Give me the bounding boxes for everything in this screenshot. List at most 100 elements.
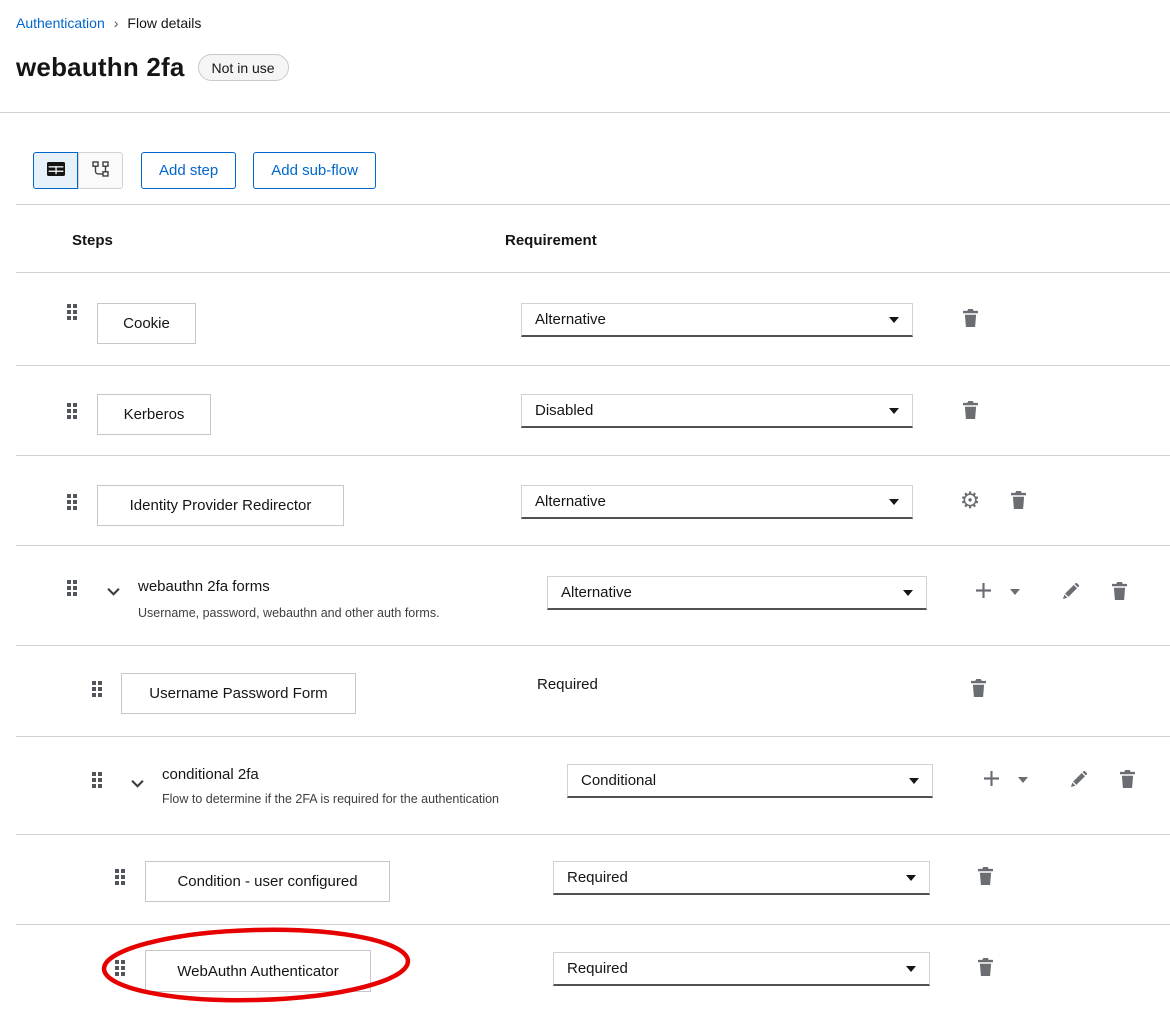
page-title: webauthn 2fa bbox=[16, 52, 185, 83]
diagram-view-icon bbox=[92, 161, 109, 180]
trash-icon bbox=[963, 401, 978, 422]
delete-button[interactable] bbox=[954, 303, 986, 335]
breadcrumb: Authentication › Flow details bbox=[16, 15, 201, 31]
requirement-select[interactable]: Disabled bbox=[521, 394, 913, 428]
delete-button[interactable] bbox=[962, 673, 994, 705]
step-button[interactable]: Cookie bbox=[97, 303, 196, 344]
expand-toggle[interactable] bbox=[131, 775, 145, 785]
caret-down-icon bbox=[1010, 589, 1020, 595]
step-label: Condition - user configured bbox=[177, 873, 357, 890]
step-label: Identity Provider Redirector bbox=[130, 497, 312, 514]
requirement-value: Conditional bbox=[581, 772, 656, 789]
trash-icon bbox=[978, 867, 993, 888]
plus-icon bbox=[976, 583, 991, 601]
trash-icon bbox=[978, 958, 993, 979]
drag-handle-icon[interactable] bbox=[67, 304, 77, 320]
delete-button[interactable] bbox=[1103, 576, 1135, 608]
settings-button[interactable]: ⚙ bbox=[954, 485, 986, 517]
delete-button[interactable] bbox=[954, 395, 986, 427]
table-row: Cookie Alternative bbox=[0, 272, 1170, 366]
trash-icon bbox=[1120, 770, 1135, 791]
table-row: Condition - user configured Required bbox=[0, 835, 1170, 925]
chevron-down-icon bbox=[889, 499, 899, 505]
expand-toggle[interactable] bbox=[107, 583, 121, 593]
delete-button[interactable] bbox=[1111, 764, 1143, 796]
step-label: WebAuthn Authenticator bbox=[177, 963, 339, 980]
drag-handle-icon[interactable] bbox=[92, 772, 102, 788]
step-label: Cookie bbox=[123, 315, 170, 332]
table-view-toggle[interactable] bbox=[33, 152, 78, 189]
table-view-icon bbox=[47, 162, 65, 179]
step-button[interactable]: Username Password Form bbox=[121, 673, 356, 714]
caret-down-icon bbox=[1018, 777, 1028, 783]
requirement-value: Required bbox=[567, 960, 628, 977]
chevron-down-icon bbox=[889, 317, 899, 323]
header-divider bbox=[0, 112, 1170, 113]
step-button[interactable]: WebAuthn Authenticator bbox=[145, 950, 371, 992]
chevron-down-icon bbox=[906, 966, 916, 972]
breadcrumb-current: Flow details bbox=[127, 15, 201, 31]
chevron-down-icon bbox=[903, 590, 913, 596]
table-row: Identity Provider Redirector Alternative… bbox=[0, 456, 1170, 546]
add-options-dropdown[interactable] bbox=[999, 576, 1031, 608]
edit-button[interactable] bbox=[1063, 764, 1095, 796]
flow-details-page: Authentication › Flow details webauthn 2… bbox=[0, 0, 1170, 1013]
drag-handle-icon[interactable] bbox=[67, 580, 77, 596]
table-row: conditional 2fa Flow to determine if the… bbox=[0, 737, 1170, 835]
view-toggle-group bbox=[33, 152, 123, 189]
delete-button[interactable] bbox=[969, 952, 1001, 984]
plus-icon bbox=[984, 771, 999, 789]
requirement-select[interactable]: Alternative bbox=[521, 303, 913, 337]
add-options-dropdown[interactable] bbox=[1007, 764, 1039, 796]
requirement-select[interactable]: Required bbox=[553, 861, 930, 895]
subflow-name[interactable]: conditional 2fa bbox=[162, 766, 259, 783]
add-step-to-subflow-button[interactable] bbox=[967, 576, 999, 608]
requirement-select[interactable]: Required bbox=[553, 952, 930, 986]
requirement-value: Required bbox=[567, 869, 628, 886]
step-button[interactable]: Condition - user configured bbox=[145, 861, 390, 902]
drag-handle-icon[interactable] bbox=[115, 869, 125, 885]
chevron-down-icon bbox=[909, 778, 919, 784]
add-step-button[interactable]: Add step bbox=[141, 152, 236, 189]
requirement-value: Alternative bbox=[535, 493, 606, 510]
table-row: Username Password Form Required bbox=[0, 646, 1170, 737]
trash-icon bbox=[971, 679, 986, 700]
requirement-select[interactable]: Conditional bbox=[567, 764, 933, 798]
gear-icon: ⚙ bbox=[960, 490, 981, 513]
breadcrumb-authentication-link[interactable]: Authentication bbox=[16, 15, 105, 31]
trash-icon bbox=[1011, 491, 1026, 512]
table-row: WebAuthn Authenticator Required bbox=[0, 925, 1170, 1013]
requirement-value: Alternative bbox=[535, 311, 606, 328]
page-header: webauthn 2fa Not in use bbox=[16, 52, 289, 83]
diagram-view-toggle[interactable] bbox=[78, 152, 123, 189]
drag-handle-icon[interactable] bbox=[92, 681, 102, 697]
trash-icon bbox=[1112, 582, 1127, 603]
subflow-name[interactable]: webauthn 2fa forms bbox=[138, 578, 270, 595]
requirement-select[interactable]: Alternative bbox=[521, 485, 913, 519]
trash-icon bbox=[963, 309, 978, 330]
step-label: Kerberos bbox=[124, 406, 185, 423]
delete-button[interactable] bbox=[969, 861, 1001, 893]
chevron-down-icon bbox=[889, 408, 899, 414]
step-button[interactable]: Kerberos bbox=[97, 394, 211, 435]
drag-handle-icon[interactable] bbox=[67, 403, 77, 419]
toolbar-divider bbox=[16, 204, 1170, 205]
chevron-down-icon bbox=[107, 587, 120, 596]
requirement-select[interactable]: Alternative bbox=[547, 576, 927, 610]
requirement-text: Required bbox=[537, 676, 598, 693]
step-label: Username Password Form bbox=[149, 685, 327, 702]
chevron-down-icon bbox=[131, 779, 144, 788]
pencil-icon bbox=[1063, 583, 1079, 602]
add-subflow-button[interactable]: Add sub-flow bbox=[253, 152, 376, 189]
status-badge: Not in use bbox=[198, 54, 289, 81]
subflow-description: Username, password, webauthn and other a… bbox=[138, 606, 440, 620]
drag-handle-icon[interactable] bbox=[115, 960, 125, 976]
column-header-steps: Steps bbox=[72, 232, 113, 249]
drag-handle-icon[interactable] bbox=[67, 494, 77, 510]
delete-button[interactable] bbox=[1002, 485, 1034, 517]
breadcrumb-separator-icon: › bbox=[114, 15, 119, 31]
subflow-description: Flow to determine if the 2FA is required… bbox=[162, 792, 499, 806]
step-button[interactable]: Identity Provider Redirector bbox=[97, 485, 344, 526]
add-step-to-subflow-button[interactable] bbox=[975, 764, 1007, 796]
edit-button[interactable] bbox=[1055, 576, 1087, 608]
